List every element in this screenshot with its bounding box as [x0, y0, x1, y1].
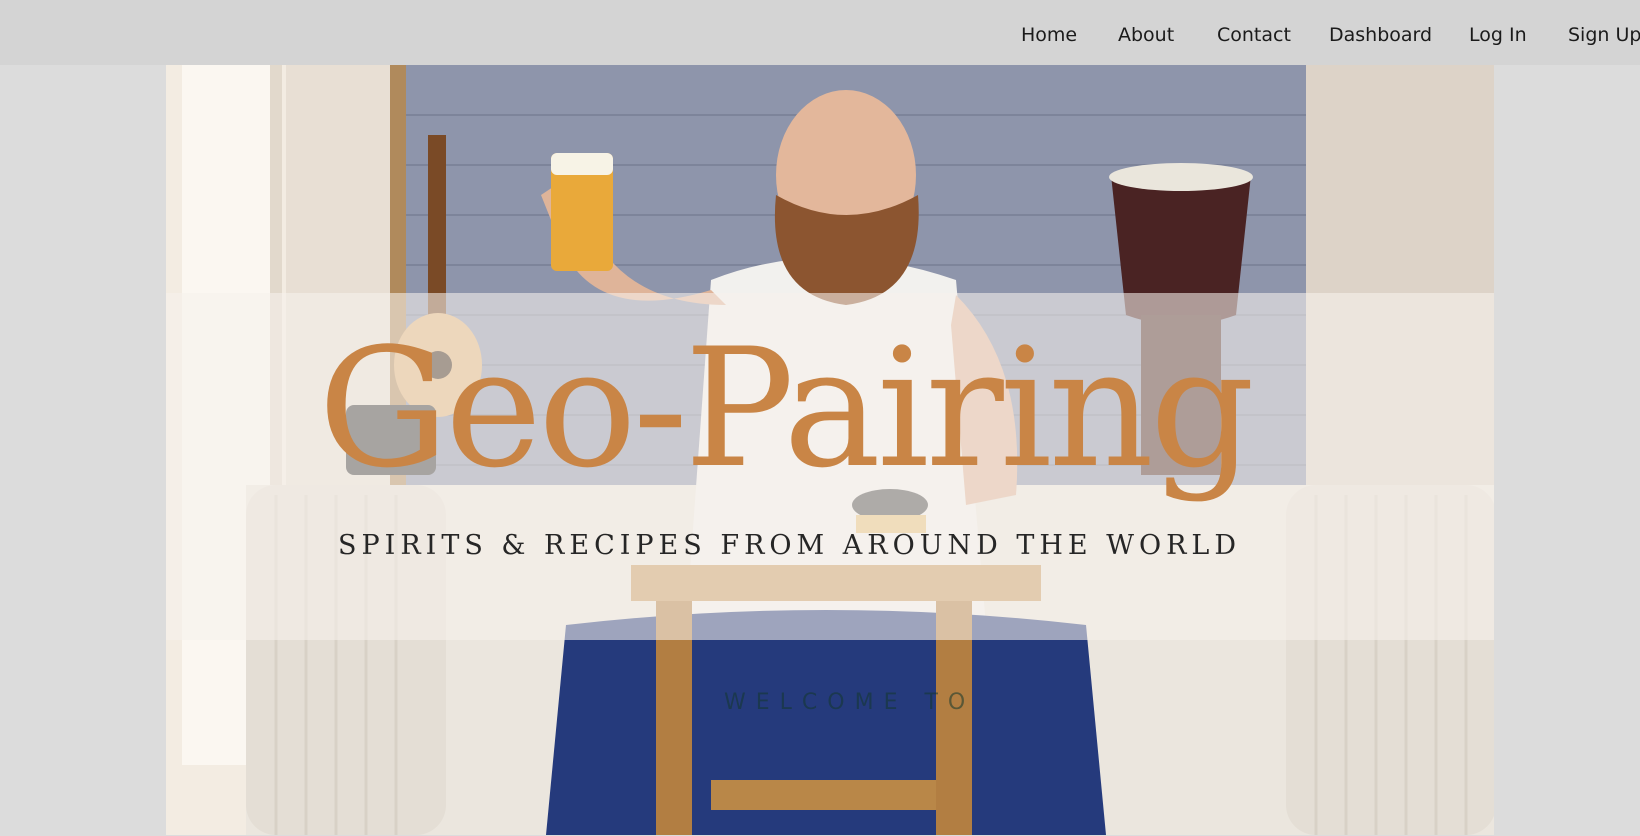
nav-contact-link[interactable]: Contact: [1217, 24, 1291, 46]
nav-dashboard-link[interactable]: Dashboard: [1329, 24, 1432, 46]
hero-tagline: SPIRITS & RECIPES FROM AROUND THE WORLD: [338, 530, 1241, 561]
nav-login-link[interactable]: Log In: [1469, 24, 1527, 46]
nav-home-link[interactable]: Home: [1021, 24, 1077, 46]
top-navbar: Home About Contact Dashboard Log In Sign…: [0, 0, 1640, 65]
hero-welcome-text: WELCOME TO: [724, 690, 976, 715]
nav-about-link[interactable]: About: [1118, 24, 1174, 46]
hero-banner: Geo-Pairing SPIRITS & RECIPES FROM AROUN…: [166, 65, 1494, 835]
nav-signup-link[interactable]: Sign Up: [1568, 24, 1640, 46]
site-logo-title: Geo-Pairing: [318, 313, 1255, 504]
